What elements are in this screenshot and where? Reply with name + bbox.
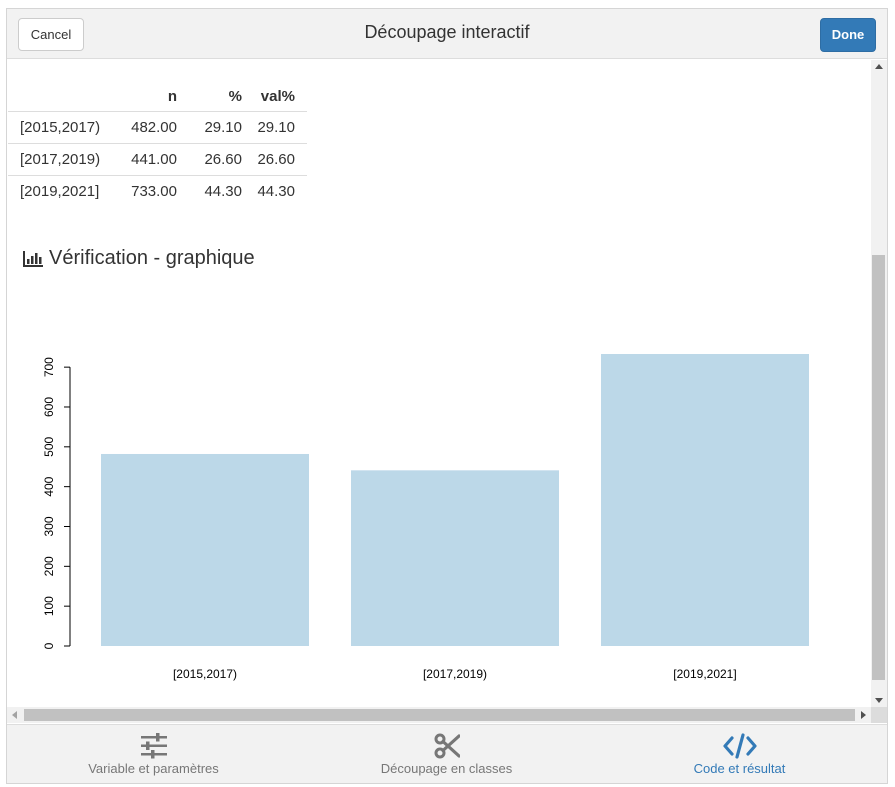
tab-code-resultat[interactable]: Code et résultat (593, 725, 886, 783)
y-tick-label: 200 (42, 556, 56, 576)
scroll-up-icon[interactable] (875, 64, 883, 69)
y-tick-label: 700 (42, 357, 56, 377)
bar (351, 470, 559, 646)
tab-label: Code et résultat (693, 761, 786, 776)
scroll-down-icon[interactable] (875, 698, 883, 703)
code-icon (722, 733, 757, 759)
horizontal-scroll-thumb[interactable] (24, 709, 855, 721)
scroll-left-icon[interactable] (12, 711, 17, 719)
tab-label: Découpage en classes (380, 761, 513, 776)
title-bar: Cancel Découpage interactif Done (7, 9, 887, 59)
bar (601, 354, 809, 646)
x-category-label: [2017,2019) (423, 667, 487, 681)
bar-chart: 0 100 200 300 400 500 600 700 [2015,2017) [2017,2… (42, 354, 809, 681)
scroll-right-icon[interactable] (861, 711, 866, 719)
x-category-label: [2015,2017) (173, 667, 237, 681)
bottom-tab-bar: Variable et paramètres Découpage en clas… (7, 724, 887, 783)
tab-decoupage-classes[interactable]: Découpage en classes (300, 725, 593, 783)
sliders-icon (140, 733, 167, 759)
y-tick-label: 0 (42, 642, 56, 649)
vertical-scrollbar[interactable] (871, 60, 887, 707)
scissors-icon (434, 733, 460, 759)
y-tick-label: 400 (42, 476, 56, 496)
done-button[interactable]: Done (820, 18, 876, 52)
result-panel: n % val% [2015,2017) 482.00 29.10 29.10 … (7, 60, 871, 707)
tab-variable-parametres[interactable]: Variable et paramètres (7, 725, 300, 783)
tab-label: Variable et paramètres (88, 761, 219, 776)
y-tick-label: 500 (42, 436, 56, 456)
dialog-title: Découpage interactif (364, 22, 530, 42)
y-tick-label: 100 (42, 596, 56, 616)
y-tick-label: 600 (42, 397, 56, 417)
horizontal-scrollbar[interactable] (7, 707, 871, 723)
vertical-scroll-thumb[interactable] (872, 255, 885, 680)
dialog-window: Cancel Découpage interactif Done n % val… (6, 8, 888, 784)
y-tick-label: 300 (42, 516, 56, 536)
x-category-label: [2019,2021] (673, 667, 736, 681)
scrollbar-corner (871, 707, 887, 723)
bar (101, 453, 309, 646)
